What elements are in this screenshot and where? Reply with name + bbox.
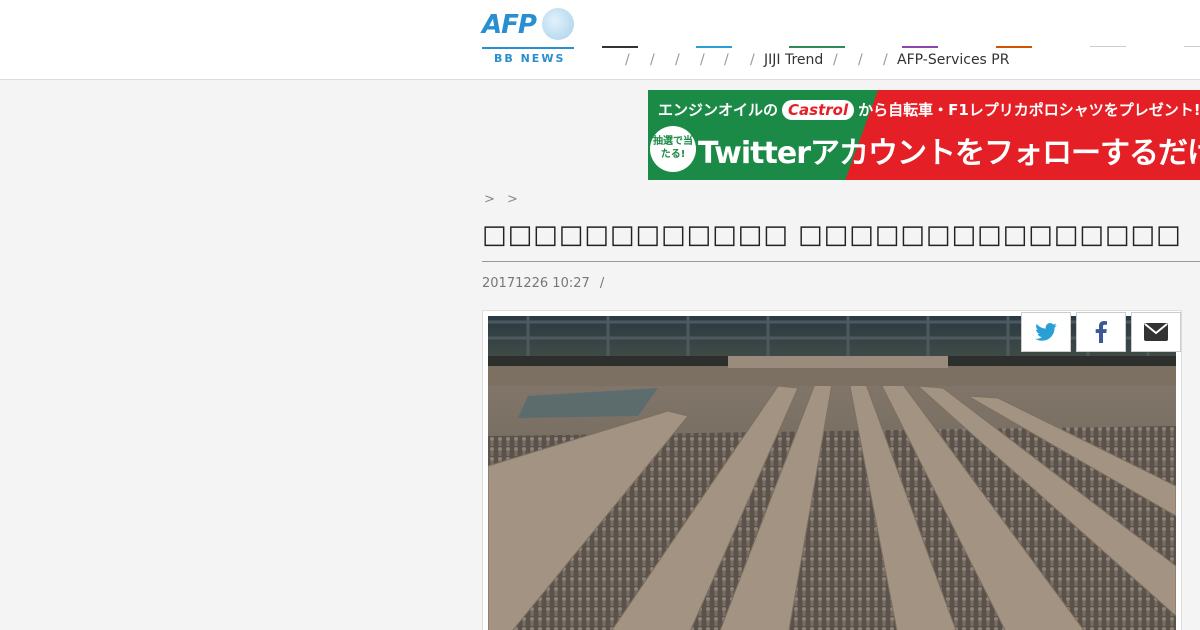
- share-mail-button[interactable]: [1131, 312, 1181, 352]
- afpbb-logo[interactable]: AFP BB NEWS: [482, 8, 574, 66]
- banner-badge: 抽選で当たる!: [650, 126, 696, 172]
- article-photo[interactable]: [488, 316, 1176, 630]
- breadcrumb: > >: [484, 192, 526, 207]
- meta-separator: /: [599, 276, 605, 291]
- mail-icon: [1144, 323, 1168, 341]
- nav-underline-7: [1184, 46, 1200, 47]
- publish-date: 20171226 10:27: [482, 276, 590, 291]
- nav-separator: /: [724, 52, 729, 68]
- nav-separator: /: [650, 52, 655, 68]
- banner-text-prefix: エンジンオイルの: [658, 101, 779, 119]
- terracotta-army-photo: [488, 316, 1176, 630]
- share-twitter-button[interactable]: [1021, 312, 1071, 352]
- nav-underline-2: [696, 46, 732, 48]
- nav-underline-6: [1090, 46, 1126, 47]
- site-header: AFP BB NEWS / / / / / / JIJI Trend / / /…: [0, 0, 1200, 80]
- article-title: □□□□□□□□□□□□ □□□□□□□□□□□□□□□: [482, 220, 1200, 262]
- banner-headline: Twitterアカウントをフォローするだけ: [698, 136, 1200, 171]
- logo-text: AFP: [482, 10, 537, 40]
- article-meta: 20171226 10:27 /: [482, 276, 604, 291]
- nav-separator: /: [625, 52, 630, 68]
- nav-separator: /: [700, 52, 705, 68]
- share-facebook-button[interactable]: [1076, 312, 1126, 352]
- nav-underline-4: [902, 46, 938, 48]
- nav-separator: /: [750, 52, 755, 68]
- nav-link-afp-services-pr[interactable]: AFP-Services PR: [897, 52, 1009, 68]
- logo-subtitle: BB NEWS: [494, 52, 566, 65]
- twitter-icon: [1035, 323, 1057, 341]
- facebook-icon: [1095, 321, 1107, 343]
- breadcrumb-separator: >: [507, 192, 518, 207]
- nav-separator: /: [675, 52, 680, 68]
- castrol-banner-ad[interactable]: エンジンオイルの Castrol から自転車・F1レプリカポロシャツをプレゼント!!…: [648, 90, 1200, 180]
- nav-separator: /: [858, 52, 863, 68]
- nav-underline-1: [602, 46, 638, 48]
- nav-underline-3: [789, 46, 845, 48]
- banner-top-line: エンジンオイルの Castrol から自転車・F1レプリカポロシャツをプレゼント!!: [658, 99, 1200, 120]
- nav-link-jiji-trend[interactable]: JIJI Trend: [764, 52, 823, 68]
- banner-text-suffix: から自転車・F1レプリカポロシャツをプレゼント!!: [858, 101, 1200, 119]
- castrol-logo: Castrol: [782, 100, 855, 120]
- nav-separator: /: [883, 52, 888, 68]
- nav-separator: /: [833, 52, 838, 68]
- breadcrumb-separator: >: [484, 192, 495, 207]
- nav-underline-5: [996, 46, 1032, 48]
- globe-icon: [542, 8, 574, 40]
- logo-divider: [482, 47, 574, 49]
